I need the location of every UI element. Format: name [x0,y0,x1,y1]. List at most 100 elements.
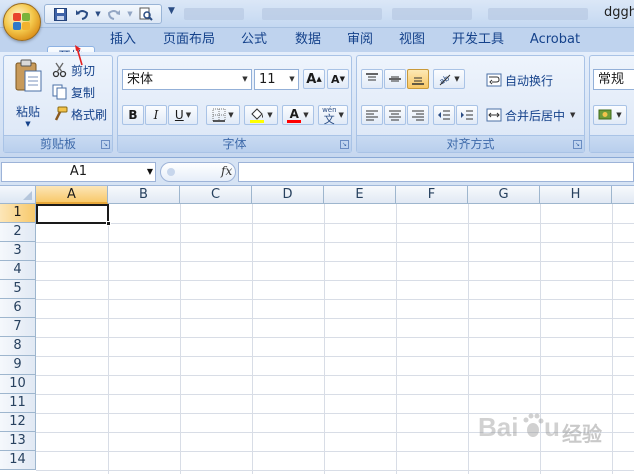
column-header-h[interactable]: H [540,186,612,204]
column-header-e[interactable]: E [324,186,396,204]
print-preview-icon[interactable] [137,6,155,22]
row-header-4[interactable]: 4 [0,261,36,280]
font-group-label: 字体 [118,135,351,152]
fill-color-icon [250,108,265,123]
column-header-b[interactable]: B [108,186,180,204]
align-left-icon [366,110,378,121]
align-bottom-button[interactable] [407,69,429,89]
clipboard-launcher-icon[interactable]: ↘ [101,140,110,149]
alignment-launcher-icon[interactable]: ↘ [573,140,582,149]
save-icon[interactable] [51,6,69,22]
row-header-8[interactable]: 8 [0,337,36,356]
row-header-11[interactable]: 11 [0,394,36,413]
row-header-5[interactable]: 5 [0,280,36,299]
font-launcher-icon[interactable]: ↘ [340,140,349,149]
watermark-text: 经验 [562,422,602,446]
fill-handle[interactable] [106,221,111,226]
row-header-10[interactable]: 10 [0,375,36,394]
merge-center-button[interactable]: 合并后居中 ▼ [486,105,575,125]
title-bar: ▼ ▼ ▼ dggh [0,0,634,28]
format-painter-button[interactable]: 格式刷 [52,104,107,124]
ribbon-tab-bar: 开始 插入 页面布局 公式 数据 审阅 视图 开发工具 Acrobat [0,28,634,66]
row-header-3[interactable]: 3 [0,242,36,261]
italic-icon: I [153,108,159,122]
paste-button[interactable]: 粘贴 ▼ [8,58,48,130]
row-header-13[interactable]: 13 [0,432,36,451]
active-cell-a1[interactable] [36,204,111,226]
merge-dropdown-icon[interactable]: ▼ [570,111,575,119]
tab-review[interactable]: 审阅 [340,29,380,52]
tab-developer[interactable]: 开发工具 [446,29,510,52]
row-header-9[interactable]: 9 [0,356,36,375]
column-header-c[interactable]: C [180,186,252,204]
borders-button[interactable]: ▼ [206,105,240,125]
align-middle-button[interactable] [384,69,406,89]
wrap-text-icon [486,72,502,88]
grid-line [36,337,634,338]
format-painter-icon [52,106,68,122]
align-center-button[interactable] [384,105,406,125]
name-box-value: A1 [69,164,88,179]
increase-indent-button[interactable] [456,105,478,125]
column-header-f[interactable]: F [396,186,468,204]
office-button[interactable] [3,3,41,41]
name-box[interactable]: A1 ▼ [1,162,156,182]
grid-line [36,451,634,452]
number-format-combo[interactable]: 常规 [593,69,634,90]
fill-color-button[interactable]: ▼ [244,105,278,125]
insert-function-icon[interactable]: fx [221,164,232,178]
grow-font-button[interactable]: A ▲ [303,69,325,89]
font-size-dropdown-icon[interactable]: ▼ [286,70,298,89]
phonetic-icon: wén 文 [322,106,337,126]
align-center-icon [389,110,401,121]
column-header-d[interactable]: D [252,186,324,204]
align-right-button[interactable] [407,105,429,125]
font-size-value: 11 [259,72,276,87]
align-left-button[interactable] [361,105,383,125]
tab-formulas[interactable]: 公式 [234,29,274,52]
blurred-tab [392,8,472,20]
bold-icon: B [128,108,138,122]
shrink-font-icon: A [331,72,340,86]
phonetic-button[interactable]: wén 文 ▼ [318,105,348,125]
tab-view[interactable]: 视图 [392,29,432,52]
tab-acrobat[interactable]: Acrobat [524,29,586,52]
font-name-combo[interactable]: 宋体 ▼ [122,69,252,90]
row-header-2[interactable]: 2 [0,223,36,242]
formula-bar-handle-icon[interactable] [167,168,175,176]
font-color-button[interactable]: A ▼ [282,105,314,125]
customize-qat-icon[interactable]: ▼ [168,6,175,16]
italic-button[interactable]: I [145,105,167,125]
orientation-icon: ab [438,74,451,86]
underline-button[interactable]: U ▼ [168,105,198,125]
copy-button[interactable]: 复制 [52,82,95,102]
font-size-combo[interactable]: 11 ▼ [254,69,299,90]
row-header-14[interactable]: 14 [0,451,36,470]
align-top-button[interactable] [361,69,383,89]
bold-button[interactable]: B [122,105,144,125]
tab-page-layout[interactable]: 页面布局 [158,29,220,52]
orientation-button[interactable]: ab ▼ [433,69,465,89]
row-header-7[interactable]: 7 [0,318,36,337]
row-header-6[interactable]: 6 [0,299,36,318]
tab-data[interactable]: 数据 [288,29,328,52]
formula-input[interactable] [238,162,634,182]
row-header-12[interactable]: 12 [0,413,36,432]
column-header-g[interactable]: G [468,186,540,204]
column-header-a[interactable]: A [36,186,108,204]
tab-insert[interactable]: 插入 [103,29,143,52]
currency-format-button[interactable]: ▼ [593,105,627,125]
grid-line [36,356,634,357]
grid-line [36,242,634,243]
font-name-dropdown-icon[interactable]: ▼ [239,70,251,89]
select-all-corner[interactable] [0,186,36,204]
grid-line [36,470,634,471]
decrease-indent-button[interactable] [433,105,455,125]
shrink-font-button[interactable]: A ▼ [327,69,349,89]
number-group: 常规 ▼ [589,55,634,153]
row-header-1[interactable]: 1 [0,204,36,223]
column-header-partial[interactable] [612,186,634,204]
name-box-dropdown-icon[interactable]: ▼ [147,163,153,181]
wrap-text-button[interactable]: 自动换行 [486,70,553,90]
wrap-text-label: 自动换行 [505,73,554,88]
